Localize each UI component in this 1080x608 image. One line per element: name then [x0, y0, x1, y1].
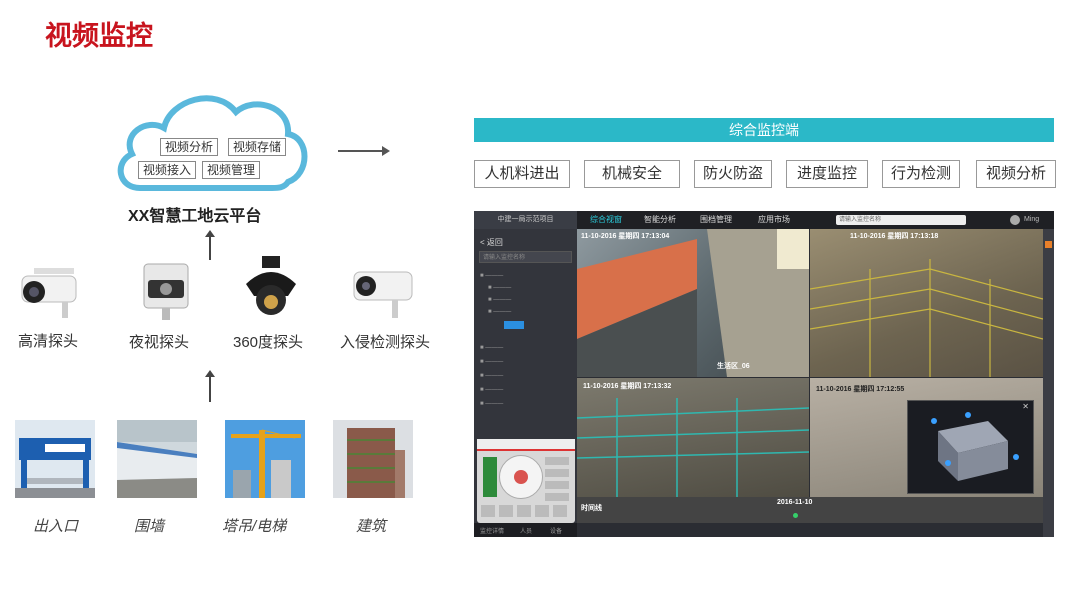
function-button[interactable]: 机械安全: [584, 160, 680, 188]
site-label: 出入口: [33, 518, 79, 535]
timeline-cursor[interactable]: [793, 513, 798, 518]
camera-label: 夜视探头: [129, 334, 190, 351]
video-feed-2[interactable]: 11-10-2016 星期四 17:13:18: [810, 229, 1043, 377]
entrance-photo: [15, 420, 95, 498]
right-arrow-icon: [338, 146, 390, 156]
ptz-joystick[interactable]: [499, 455, 543, 499]
page-title: 视频监控: [45, 21, 153, 51]
signal-meter: [483, 457, 497, 497]
function-button[interactable]: 行为检测: [882, 160, 960, 188]
back-link[interactable]: < 返回: [480, 237, 503, 248]
ptz-zoom-buttons[interactable]: [545, 457, 569, 501]
bullet-camera-icon: [12, 262, 82, 332]
wall-photo: [117, 420, 197, 498]
tree-node[interactable]: ■ ———: [488, 309, 511, 315]
user-name[interactable]: Ming: [1024, 211, 1039, 229]
tab-analysis[interactable]: 智能分析: [644, 211, 676, 229]
timeline-label: 时间线: [581, 505, 602, 512]
search-input[interactable]: 请输入监控名称: [836, 215, 966, 225]
platform-name: XX智慧工地云平台: [128, 208, 262, 225]
tree-node[interactable]: ■ ———: [480, 359, 503, 365]
bottom-tabs: 监控详情 人员 设备: [474, 523, 577, 537]
cloud-tag: 视频分析: [160, 138, 219, 156]
tab-overview[interactable]: 综合视窗: [590, 211, 622, 229]
ptz-control-panel: [477, 439, 575, 523]
cloud-platform-diagram: 视频分析 视频存储 视频接入 视频管理: [112, 82, 312, 196]
tab-market[interactable]: 应用市场: [758, 211, 790, 229]
close-icon[interactable]: ✕: [1022, 402, 1029, 411]
video-feed-1[interactable]: 11-10-2016 星期四 17:13:04 生活区_06: [577, 229, 809, 377]
tree-search-input[interactable]: 请输入监控名称: [479, 251, 572, 263]
cloud-tag: 视频接入: [138, 161, 197, 179]
tree-node-selected[interactable]: [504, 321, 524, 329]
ptz-tabs[interactable]: [477, 439, 575, 451]
timeline-bar[interactable]: 时间线 2016-11-10: [577, 497, 1043, 523]
video-timestamp: 11-10-2016 星期四 17:13:04: [581, 233, 670, 240]
function-button[interactable]: 进度监控: [786, 160, 868, 188]
video-zone-label: 生活区_06: [717, 363, 750, 370]
video-feed-3[interactable]: 11-10-2016 星期四 17:13:32: [577, 378, 809, 497]
camera-label: 高清探头: [18, 333, 79, 350]
bottom-tab[interactable]: 监控详情: [480, 526, 504, 535]
timeline-date: 2016-11-10: [777, 499, 813, 506]
monitor-app-screenshot: 中建一局示范项目 综合视窗 智能分析 围档管理 应用市场 请输入监控名称 Min…: [474, 211, 1054, 537]
tree-node[interactable]: ■ ———: [480, 373, 503, 379]
function-button[interactable]: 视频分析: [976, 160, 1056, 188]
tree-node[interactable]: ■ ———: [480, 273, 503, 279]
app-topbar: 中建一局示范项目 综合视窗 智能分析 围档管理 应用市场 请输入监控名称 Min…: [474, 211, 1054, 229]
tree-node[interactable]: ■ ———: [488, 285, 511, 291]
project-name[interactable]: 中建一局示范项目: [474, 211, 577, 229]
tab-fence[interactable]: 围档管理: [700, 211, 732, 229]
tree-node[interactable]: ■ ———: [480, 387, 503, 393]
ptz-center-button[interactable]: [514, 470, 528, 484]
site-label: 建筑: [356, 518, 387, 535]
function-button[interactable]: 人机料进出: [474, 160, 570, 188]
tower-crane-photo: [225, 420, 305, 498]
alert-icon[interactable]: [1045, 241, 1052, 248]
building-photo: [333, 420, 413, 498]
tree-node[interactable]: ■ ———: [480, 345, 503, 351]
night-vision-camera-icon: [130, 258, 200, 328]
function-button[interactable]: 防火防盗: [694, 160, 772, 188]
cloud-tag: 视频管理: [202, 161, 261, 179]
video-timestamp: 11-10-2016 星期四 17:13:18: [850, 233, 939, 240]
bottom-tab[interactable]: 人员: [520, 526, 532, 535]
right-toolbar[interactable]: [1043, 229, 1054, 537]
tree-node[interactable]: ■ ———: [488, 297, 511, 303]
tree-node[interactable]: ■ ———: [480, 401, 503, 407]
cloud-tag: 视频存储: [228, 138, 287, 156]
dome-camera-icon: [236, 256, 306, 326]
avatar[interactable]: [1010, 215, 1020, 225]
up-arrow-icon: [205, 370, 215, 402]
video-timestamp: 11-10-2016 星期四 17:13:32: [583, 383, 672, 390]
ptz-preset-buttons[interactable]: [481, 505, 571, 517]
video-timestamp: 11-10-2016 星期四 17:12:55: [816, 386, 905, 393]
up-arrow-icon: [205, 230, 215, 260]
camera-label: 入侵检测探头: [340, 334, 431, 351]
camera-label: 360度探头: [233, 334, 304, 351]
site-label: 围墙: [134, 518, 165, 535]
bottom-tab[interactable]: 设备: [550, 526, 562, 535]
building-3d-minimap[interactable]: ✕: [907, 400, 1034, 494]
intrusion-camera-icon: [346, 262, 416, 332]
site-label: 塔吊/电梯: [222, 518, 287, 535]
console-banner: 综合监控端: [474, 118, 1054, 142]
